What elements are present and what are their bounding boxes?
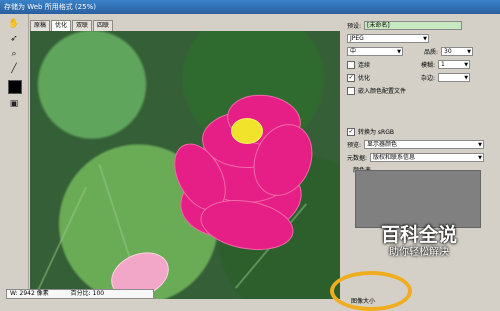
convert-srgb-row: ✓ 转换为 sRGB: [347, 126, 394, 137]
window-title: 存储为 Web 所用格式 (25%): [4, 3, 96, 11]
metadata-dropdown[interactable]: 版权和联系信息: [370, 153, 485, 162]
view-tabs: 原稿 优化 双联 四联: [30, 20, 114, 31]
hand-icon[interactable]: ✋: [7, 18, 21, 30]
color-table: [355, 170, 481, 228]
embed-profile-label: 嵌入颜色配置文件: [358, 88, 407, 95]
width-value: 2942: [19, 290, 35, 297]
format-row: JPEG: [347, 33, 429, 44]
image-preview-area[interactable]: [30, 31, 340, 299]
zoom-icon[interactable]: ⌕: [7, 48, 21, 60]
optimized-label: 优化: [358, 75, 371, 82]
width-field[interactable]: W: 2942 像素 百分比: 100: [6, 289, 154, 299]
width-label: W:: [10, 290, 18, 297]
watermark-subtitle: 助你轻松解决: [389, 247, 449, 258]
convert-srgb-label: 转换为 sRGB: [358, 129, 394, 136]
percent-value: 100: [92, 290, 105, 297]
progressive-label: 连续: [358, 62, 371, 69]
metadata-row: 元数据: 版权和联系信息: [347, 152, 485, 163]
embed-profile-row: 嵌入颜色配置文件: [347, 85, 406, 96]
convert-srgb-checkbox[interactable]: ✓: [347, 127, 355, 136]
tab-optimized[interactable]: 优化: [51, 20, 72, 31]
tab-two-up[interactable]: 双联: [72, 20, 93, 31]
matte-label: 杂边:: [421, 75, 436, 82]
watermark-title: 百科全说: [380, 224, 457, 246]
quality-level-dropdown[interactable]: 中: [347, 47, 403, 56]
highlight-circle: [330, 271, 412, 311]
quality-row: 中 品质: 30: [347, 46, 474, 57]
embed-profile-checkbox[interactable]: [347, 86, 355, 95]
left-tool-strip: ✋ ➶ ⌕ ╱ ▣: [0, 14, 29, 299]
tab-four-up[interactable]: 四联: [93, 20, 114, 31]
metadata-label: 元数据:: [347, 155, 368, 162]
progressive-checkbox[interactable]: [347, 60, 355, 69]
quality-dropdown[interactable]: 30: [441, 47, 474, 56]
format-dropdown[interactable]: JPEG: [347, 34, 429, 43]
progressive-row: 连续 模糊: 1: [347, 59, 471, 70]
preview-icon[interactable]: ▣: [7, 98, 21, 110]
eyedropper-icon[interactable]: ╱: [7, 63, 21, 75]
preview-label: 预览:: [347, 142, 362, 149]
optimized-checkbox[interactable]: ✓: [347, 73, 355, 82]
preview-dropdown[interactable]: 显示器颜色: [364, 140, 485, 149]
watermark: 百科全说 助你轻松解决: [364, 224, 474, 269]
preview-row: 预览: 显示器颜色: [347, 139, 485, 150]
leaf-vein: [34, 186, 88, 296]
width-unit: 像素: [36, 290, 49, 297]
preset-field[interactable]: [未命名]: [364, 21, 463, 30]
blur-label: 模糊:: [421, 62, 436, 69]
tab-original[interactable]: 原稿: [30, 20, 51, 31]
matte-dropdown[interactable]: [438, 73, 471, 82]
color-swatch-icon[interactable]: [8, 80, 22, 94]
preset-row: 预设: [未命名]: [347, 20, 463, 31]
slice-select-icon[interactable]: ➶: [7, 33, 21, 45]
percent-label: 百分比:: [70, 290, 91, 297]
optimized-row: ✓ 优化 杂边:: [347, 72, 471, 83]
window-title-bar: 存储为 Web 所用格式 (25%): [0, 0, 500, 14]
preset-label: 预设:: [347, 23, 362, 30]
blur-dropdown[interactable]: 1: [438, 60, 471, 69]
quality-label: 品质:: [424, 49, 439, 56]
